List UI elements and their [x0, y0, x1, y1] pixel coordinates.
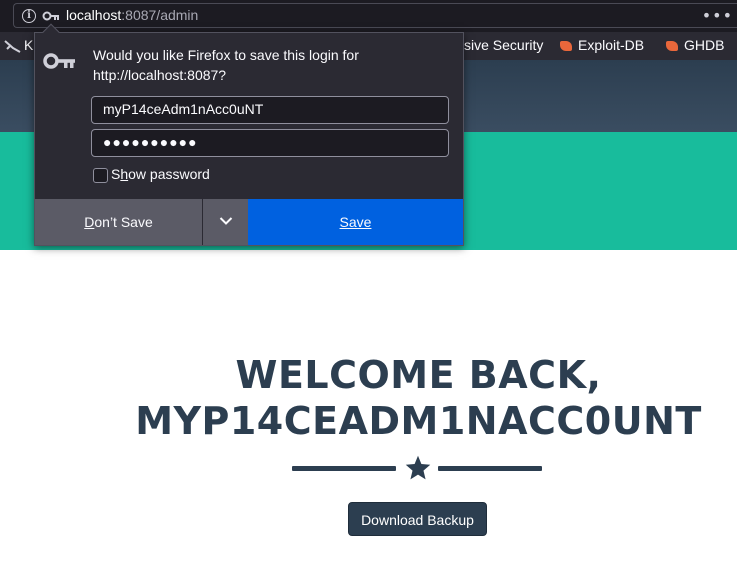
download-backup-button[interactable]: Download Backup	[348, 502, 487, 536]
divider-right	[438, 466, 542, 471]
url-bar[interactable]: i localhost:8087/admin •••	[13, 3, 737, 28]
welcome-heading: WELCOME BACK, MYP14CEADM1NACC0UNT	[100, 352, 737, 444]
save-login-message: Would you like Firefox to save this logi…	[93, 47, 359, 83]
show-password-label-rest: ow password	[128, 166, 210, 182]
bookmark-item-ghdb[interactable]: GHDB	[666, 37, 724, 53]
bookmark-label-ghdb: GHDB	[684, 37, 725, 53]
url-host: localhost	[66, 7, 122, 23]
show-password-label-accesskey: h	[120, 166, 129, 182]
kali-icon	[4, 40, 21, 53]
divider-left	[292, 466, 396, 471]
key-icon	[43, 53, 75, 69]
info-icon[interactable]: i	[22, 9, 36, 23]
dont-save-button[interactable]: Don’t Save	[35, 199, 202, 245]
bookmark-item-kali[interactable]: K	[24, 37, 33, 53]
url-text[interactable]: localhost:8087/admin	[66, 7, 198, 23]
key-icon[interactable]	[42, 9, 60, 23]
bookmark-item-exploit-db[interactable]: Exploit-DB	[560, 37, 644, 53]
show-password-checkbox[interactable]	[93, 168, 108, 183]
url-path: :8087/admin	[121, 7, 199, 23]
welcome-line-1: WELCOME BACK,	[235, 353, 602, 397]
save-button[interactable]: Save	[248, 199, 463, 245]
page-content: WELCOME BACK, MYP14CEADM1NACC0UNT Downlo…	[0, 250, 737, 570]
popup-footer: Don’t Save Save	[35, 199, 463, 245]
dont-save-label-rest: n’t Save	[102, 214, 153, 230]
dont-save-label-accesskey: o	[94, 214, 103, 230]
save-label: Save	[339, 214, 372, 230]
bookmark-item-offensive-security[interactable]: sive Security	[464, 37, 543, 53]
ghdb-icon	[666, 41, 678, 52]
exploit-db-icon	[560, 41, 572, 52]
save-options-dropdown[interactable]	[202, 199, 248, 245]
star-icon	[405, 455, 431, 480]
dont-save-label-first: D	[84, 214, 95, 230]
browser-toolbar: i localhost:8087/admin •••	[0, 0, 737, 32]
show-password-label-first: S	[111, 166, 121, 182]
chevron-down-icon	[219, 217, 233, 225]
save-login-popup: Would you like Firefox to save this logi…	[34, 23, 464, 246]
welcome-line-2: MYP14CEADM1NACC0UNT	[135, 399, 702, 443]
username-field[interactable]: myP14ceAdm1nAcc0uNT	[91, 96, 449, 124]
bookmark-label-exploit-db: Exploit-DB	[578, 37, 645, 53]
show-password-label[interactable]: Show password	[111, 166, 210, 182]
password-field[interactable]: ●●●●●●●●●●	[91, 129, 449, 157]
more-dots-icon[interactable]: •••	[702, 6, 733, 25]
